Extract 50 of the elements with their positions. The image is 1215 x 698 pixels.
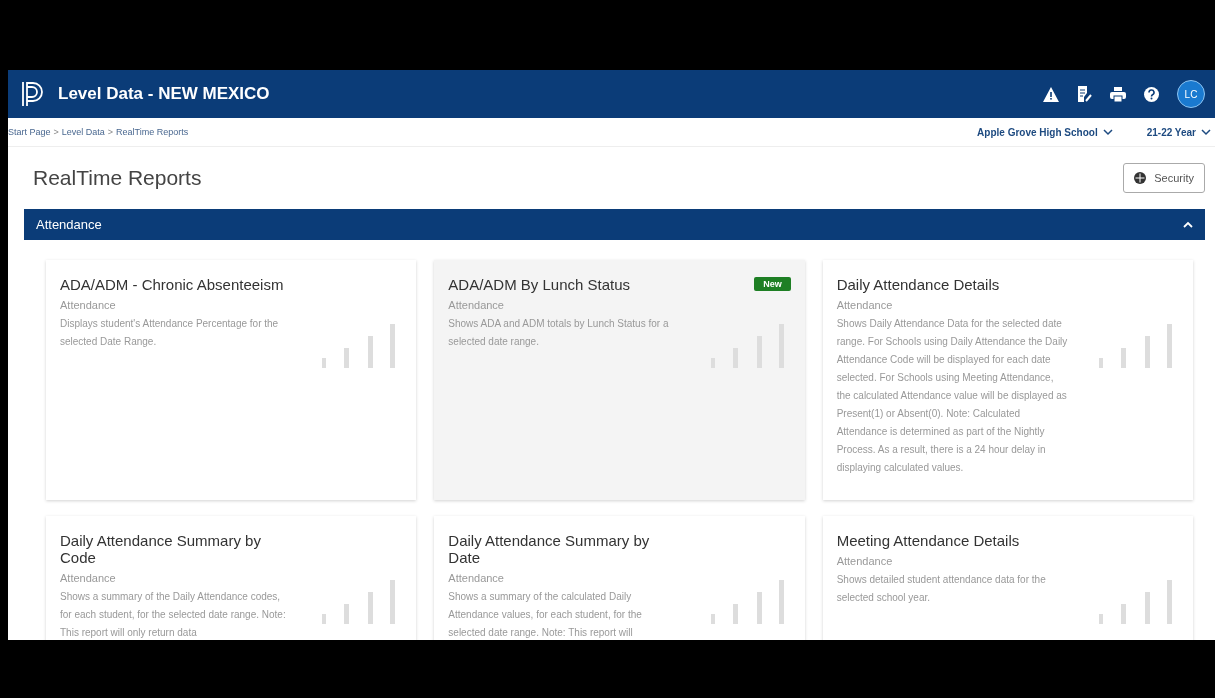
report-title: Daily Attendance Summary by Code — [60, 532, 262, 566]
report-description: Shows a summary of the Daily Attendance codes, for each student, for the selected date range. Note: This report will only return data — [60, 590, 287, 640]
bar-chart-icon — [1099, 324, 1173, 370]
new-badge: New — [754, 277, 791, 291]
report-card[interactable]: Daily Attendance Summary by Date Attendance Shows a summary of the calculated Daily Attendance values, for each student, for the selected date range. Note: This report will — [434, 516, 805, 640]
report-category: Attendance — [60, 572, 117, 584]
breadcrumb-link[interactable]: RealTime Reports — [116, 127, 189, 137]
report-category: Attendance — [836, 299, 894, 311]
bar-chart-icon — [322, 580, 397, 626]
dropdown-selector[interactable]: Apple Grove High School — [977, 126, 1113, 138]
user-avatar[interactable]: LC — [1177, 80, 1205, 108]
breadcrumb-separator: > — [53, 127, 59, 137]
document-edit-icon[interactable] — [1077, 86, 1092, 102]
report-card[interactable]: ADA/ADM By Lunch Status Attendance Shows ADA and ADM totals by Lunch Status for a selected date range. New — [434, 260, 805, 500]
report-category: Attendance — [448, 299, 505, 311]
report-title: Daily Attendance Details — [836, 276, 1001, 293]
section-header[interactable]: Attendance — [24, 209, 1205, 240]
collapse-caret-icon[interactable] — [1183, 221, 1193, 228]
report-card[interactable]: Daily Attendance Summary by Code Attendance Shows a summary of the Daily Attendance codes, for each student, for the selected date range. Note: This report will only return data — [46, 516, 417, 640]
section-title: Attendance — [36, 217, 102, 232]
report-title: Meeting Attendance Details — [836, 532, 1021, 549]
page-title: RealTime Reports — [33, 166, 202, 190]
report-card[interactable]: ADA/ADM - Chronic Absenteeism Attendance Displays student's Attendance Percentage for the selected Date Range. — [46, 260, 417, 500]
report-category: Attendance — [60, 299, 117, 311]
report-category: Attendance — [836, 555, 894, 567]
chevron-down-icon — [1201, 128, 1211, 136]
breadcrumb-link[interactable]: Level Data — [61, 127, 105, 137]
printer-icon[interactable] — [1110, 86, 1126, 102]
dropdown-selector[interactable]: 21-22 Year — [1146, 126, 1211, 138]
help-icon[interactable] — [1144, 86, 1159, 102]
report-description: Displays student's Attendance Percentage for the selected Date Range. — [60, 317, 280, 349]
report-title: ADA/ADM - Chronic Absenteeism — [60, 276, 285, 293]
chevron-down-icon — [1102, 128, 1113, 136]
security-button[interactable]: Security — [1123, 163, 1205, 193]
bar-chart-icon — [1099, 580, 1173, 626]
report-title: ADA/ADM By Lunch Status — [448, 276, 632, 293]
bar-chart-icon — [710, 580, 785, 626]
report-category: Attendance — [448, 572, 505, 584]
app-title: Level Data - NEW MEXICO — [58, 84, 270, 104]
logo-icon — [20, 80, 46, 108]
bar-chart-icon — [322, 324, 397, 370]
report-description: Shows a summary of the calculated Daily Attendance values, for each student, for the selected date range. Note: This report will — [448, 590, 643, 640]
report-description: Shows Daily Attendance Data for the selected date range. For Schools using Daily Attendance the Daily Attendance Code will be displayed for each date selected. For Schools using Meeting Attendance, the calculated Attendance value will be displayed as Present(1) or Absent(0). Note: Calculated Attendance is determined as part of the Nightly Process. As a result, there is a 24 hour delay in displaying calculated values. — [836, 317, 1069, 475]
report-description: Shows ADA and ADM totals by Lunch Status for a selected date range. — [448, 317, 670, 349]
warning-icon[interactable] — [1043, 86, 1059, 102]
report-card[interactable]: Meeting Attendance Details Attendance Shows detailed student attendance data for the selected school year. — [822, 516, 1193, 640]
report-description: Shows detailed student attendance data for the selected school year. — [836, 573, 1047, 605]
report-title: Daily Attendance Summary by Date — [448, 532, 651, 566]
breadcrumb-link[interactable]: Start Page — [8, 127, 51, 137]
breadcrumb-separator: > — [107, 127, 114, 137]
